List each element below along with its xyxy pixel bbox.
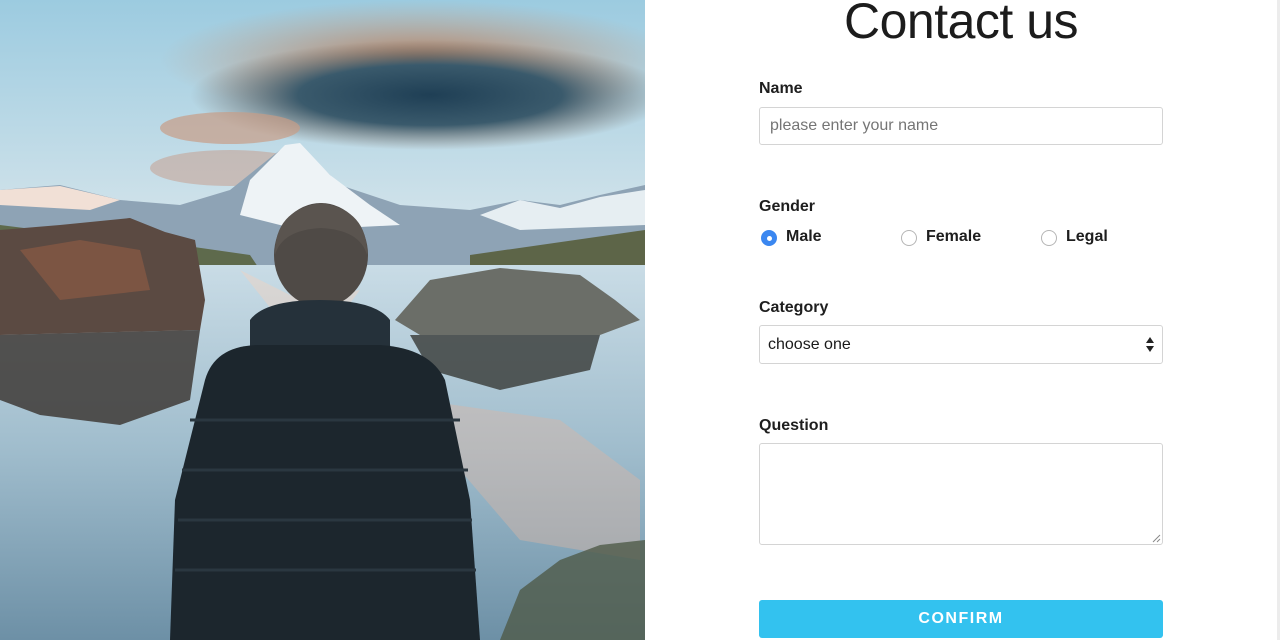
radio-male[interactable]: Male xyxy=(761,228,822,246)
jacket xyxy=(170,345,480,640)
radio-female-label[interactable]: Female xyxy=(926,228,981,246)
page-title: Contact us xyxy=(843,0,1079,49)
hero-image xyxy=(0,0,645,640)
radio-unchecked-icon[interactable] xyxy=(1041,230,1057,246)
name-input[interactable] xyxy=(759,107,1163,145)
landscape-illustration xyxy=(0,0,645,640)
gender-label: Gender xyxy=(759,198,816,215)
radio-male-label[interactable]: Male xyxy=(786,228,822,246)
radio-unchecked-icon[interactable] xyxy=(901,230,917,246)
question-textarea[interactable] xyxy=(759,443,1163,545)
question-label: Question xyxy=(759,417,829,434)
category-selected-value: choose one xyxy=(768,335,851,353)
gender-radio-group: Male Female Legal xyxy=(761,228,1161,252)
radio-female[interactable]: Female xyxy=(901,228,981,246)
radio-legal[interactable]: Legal xyxy=(1041,228,1108,246)
category-label: Category xyxy=(759,299,829,316)
radio-checked-icon[interactable] xyxy=(761,230,777,246)
radio-legal-label[interactable]: Legal xyxy=(1066,228,1108,246)
resize-grip-icon[interactable] xyxy=(1152,534,1161,543)
select-arrows-icon xyxy=(1146,337,1154,353)
name-label: Name xyxy=(759,80,803,97)
confirm-button[interactable]: CONFIRM xyxy=(759,600,1163,638)
category-select[interactable]: choose one xyxy=(759,325,1163,364)
